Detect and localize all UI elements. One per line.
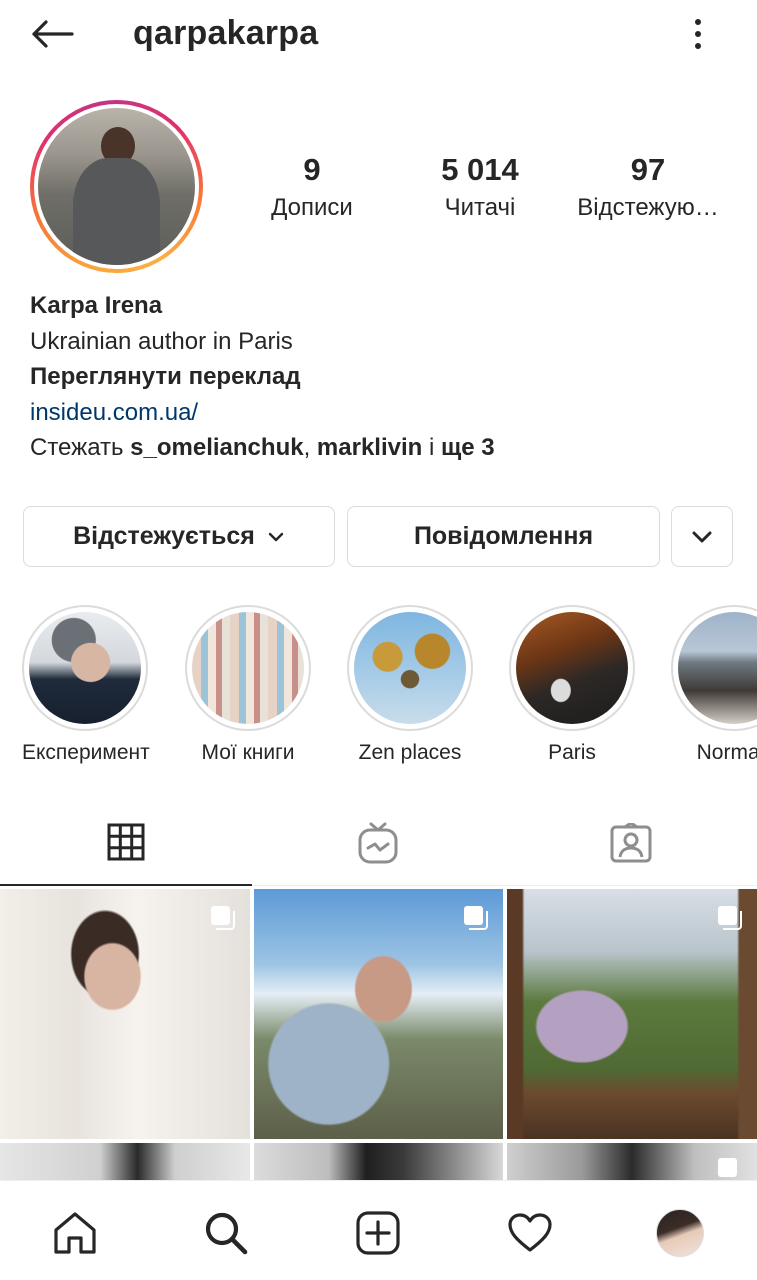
highlight-cover-image xyxy=(354,612,466,724)
more-options-button[interactable] xyxy=(676,12,720,56)
profile-avatar xyxy=(38,108,195,265)
followed-by-user-1: s_omelianchuk xyxy=(130,434,304,461)
highlight-label: Norman xyxy=(696,741,757,764)
profile-avatar-icon xyxy=(656,1209,704,1257)
posts-label: Дописи xyxy=(271,194,353,221)
post-thumbnail[interactable] xyxy=(254,1143,503,1180)
followed-by-and: і xyxy=(422,434,441,461)
profile-bio: Karpa Irena Ukrainian author in Paris Пе… xyxy=(30,288,730,466)
post-thumbnail[interactable] xyxy=(0,1143,250,1180)
arrow-left-icon xyxy=(32,20,74,48)
highlight-zen-places[interactable]: Zen places xyxy=(347,605,473,765)
top-bar: qarpakarpa xyxy=(0,0,757,70)
highlight-cover-image xyxy=(678,612,757,724)
nav-activity[interactable] xyxy=(502,1205,558,1261)
highlight-experiment[interactable]: Експеримент xyxy=(22,605,150,765)
followed-by-line[interactable]: Стежать s_omelianchuk, marklivin і ще 3 xyxy=(30,430,730,466)
nav-home[interactable] xyxy=(47,1205,103,1261)
activity-heart-icon xyxy=(508,1213,552,1252)
tab-posts-grid[interactable] xyxy=(0,800,252,886)
followers-number: 5 014 xyxy=(441,152,519,187)
followed-by-user-2: marklivin xyxy=(316,434,423,461)
see-translation-link[interactable]: Переглянути переклад xyxy=(30,359,730,395)
back-button[interactable] xyxy=(26,14,78,54)
bio-description: Ukrainian author in Paris xyxy=(30,327,293,355)
highlight-paris[interactable]: Paris xyxy=(509,605,635,765)
followed-by-more: ще 3 xyxy=(440,434,495,461)
tab-igtv[interactable] xyxy=(252,800,504,886)
message-button-label: Повідомлення xyxy=(413,522,594,550)
search-icon xyxy=(205,1212,248,1255)
highlight-label: Мої книги xyxy=(201,741,295,764)
nav-profile[interactable] xyxy=(652,1205,708,1261)
tagged-icon xyxy=(610,823,652,863)
chevron-down-icon xyxy=(268,532,284,541)
message-button[interactable]: Повідомлення xyxy=(347,506,660,567)
grid-icon xyxy=(107,823,145,861)
highlight-label: Paris xyxy=(548,741,596,764)
suggested-accounts-button[interactable] xyxy=(671,506,733,567)
profile-full-name: Karpa Irena xyxy=(30,292,163,319)
nav-new-post[interactable] xyxy=(350,1205,406,1261)
following-number: 97 xyxy=(630,152,666,187)
profile-avatar-story-ring[interactable] xyxy=(30,100,203,273)
highlight-cover-image xyxy=(516,612,628,724)
followers-label: Читачі xyxy=(444,194,516,221)
post-thumbnail[interactable] xyxy=(507,1143,757,1180)
post-thumbnail[interactable] xyxy=(254,889,503,1139)
bottom-navigation xyxy=(0,1180,757,1280)
highlight-label: Zen places xyxy=(358,741,462,764)
post-thumbnail[interactable] xyxy=(0,889,250,1139)
following-button-label: Відстежується xyxy=(73,522,255,550)
posts-number: 9 xyxy=(303,152,321,187)
following-label: Відстежую… xyxy=(577,194,719,221)
igtv-icon xyxy=(358,822,398,864)
new-post-icon xyxy=(356,1211,400,1255)
followed-by-separator: , xyxy=(303,434,317,461)
carousel-icon xyxy=(718,1158,737,1177)
following-count[interactable]: 97 Відстежую… xyxy=(572,152,724,222)
following-button[interactable]: Відстежується xyxy=(23,506,335,567)
carousel-icon xyxy=(211,906,235,930)
highlight-cover-image xyxy=(29,612,141,724)
chevron-down-icon xyxy=(692,531,712,542)
followers-count[interactable]: 5 014 Читачі xyxy=(420,152,540,222)
profile-tabs xyxy=(0,800,757,886)
tab-tagged[interactable] xyxy=(505,800,757,886)
highlight-normandy[interactable]: Norman xyxy=(671,605,757,765)
nav-search[interactable] xyxy=(198,1205,254,1261)
highlight-cover-image xyxy=(192,612,304,724)
highlight-my-books[interactable]: Мої книги xyxy=(185,605,311,765)
post-thumbnail[interactable] xyxy=(507,889,757,1139)
carousel-icon xyxy=(718,906,742,930)
profile-username: qarpakarpa xyxy=(133,14,319,52)
home-icon xyxy=(54,1212,96,1254)
more-vertical-icon xyxy=(695,19,701,49)
posts-count[interactable]: 9 Дописи xyxy=(262,152,362,222)
carousel-icon xyxy=(464,906,488,930)
highlight-label: Експеримент xyxy=(22,741,150,764)
website-link[interactable]: insideu.com.ua/ xyxy=(30,395,730,431)
followed-by-prefix: Стежать xyxy=(30,434,131,461)
